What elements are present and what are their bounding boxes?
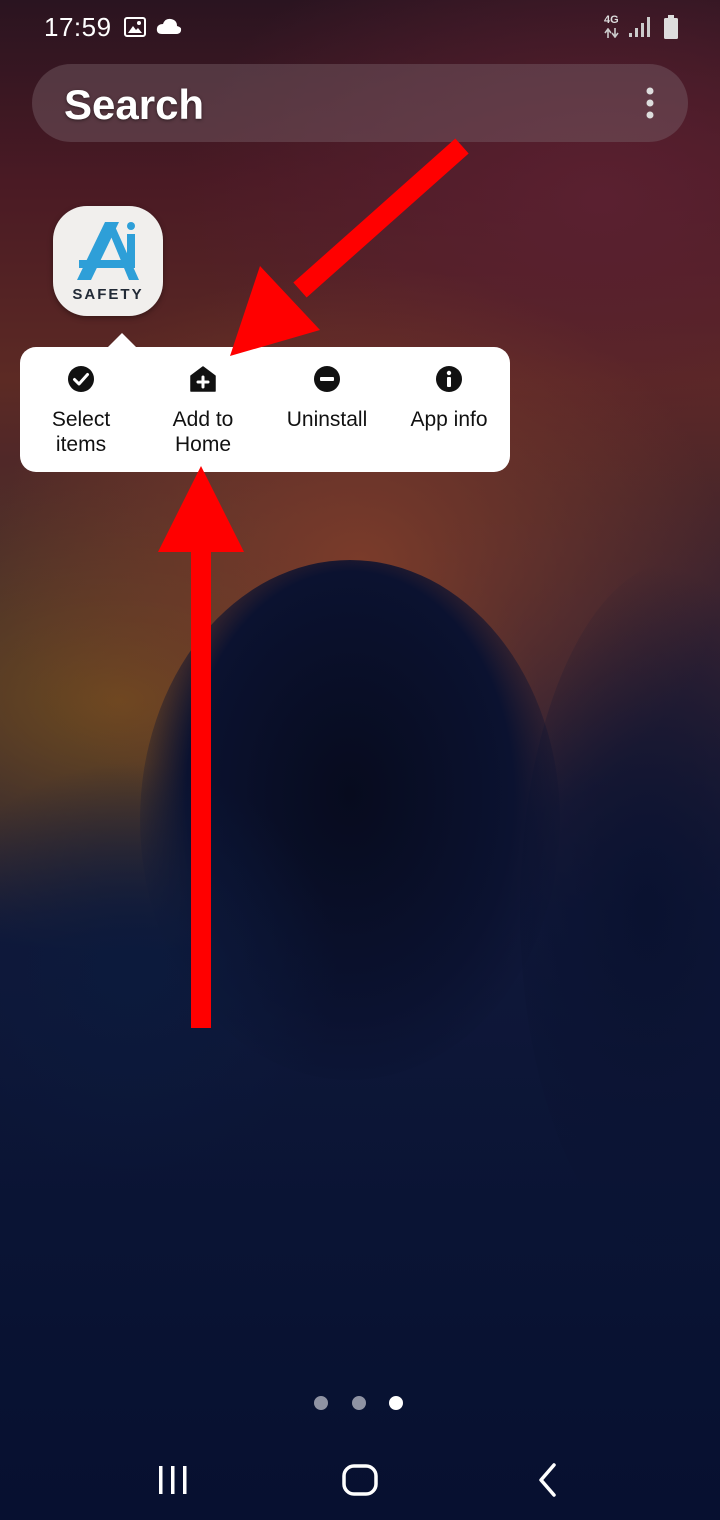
- search-label: Search: [64, 81, 205, 128]
- arrow-diagonal-annotation: [230, 138, 469, 356]
- home-screen: 17:59 4G Search SAFETY Select items Add …: [0, 0, 720, 1520]
- wallpaper-shape: [0, 760, 340, 1180]
- signal-icon: [629, 17, 650, 37]
- ai-logo-icon: [77, 222, 139, 280]
- status-time: 17:59: [44, 12, 112, 42]
- menu-item-label: Add to Home: [172, 408, 234, 456]
- page-dot[interactable]: [352, 1396, 366, 1410]
- wallpaper-shape: [140, 560, 560, 1080]
- cloud-icon: [156, 18, 182, 34]
- home-add-icon: [190, 366, 216, 392]
- context-menu-pointer: [108, 333, 136, 347]
- data-arrows-icon: [604, 28, 619, 38]
- wallpaper-shape: [520, 560, 720, 1260]
- page-dot[interactable]: [314, 1396, 328, 1410]
- more-options-icon[interactable]: [640, 86, 660, 122]
- menu-item-label: Uninstall: [286, 408, 368, 431]
- menu-item-app-info[interactable]: App info: [388, 347, 510, 472]
- menu-item-label: App info: [410, 408, 488, 431]
- search-bar[interactable]: Search: [32, 64, 688, 142]
- status-bar: 17:59 4G: [0, 0, 720, 56]
- battery-icon: [664, 15, 678, 39]
- gallery-icon: [124, 17, 146, 37]
- check-circle-icon: [68, 366, 94, 392]
- menu-item-label: Select items: [51, 408, 111, 456]
- navigation-bar: [0, 1440, 720, 1520]
- menu-item-select-items[interactable]: Select items: [20, 347, 142, 472]
- menu-item-uninstall[interactable]: Uninstall: [266, 347, 388, 472]
- app-icon-ai-safety[interactable]: SAFETY: [53, 206, 163, 316]
- recents-icon[interactable]: [152, 1462, 194, 1498]
- page-dot-active[interactable]: [389, 1396, 403, 1410]
- back-icon[interactable]: [528, 1460, 568, 1500]
- app-icon-label: SAFETY: [72, 286, 144, 303]
- info-circle-icon: [436, 366, 462, 392]
- arrow-vertical-annotation: [158, 466, 244, 1028]
- page-indicator[interactable]: [314, 1396, 406, 1410]
- home-icon[interactable]: [338, 1460, 382, 1500]
- app-context-menu: Select items Add to Home Uninstall App i…: [20, 333, 510, 472]
- network-type: 4G: [604, 14, 619, 26]
- minus-circle-icon: [314, 366, 340, 392]
- menu-item-add-to-home[interactable]: Add to Home: [142, 347, 264, 472]
